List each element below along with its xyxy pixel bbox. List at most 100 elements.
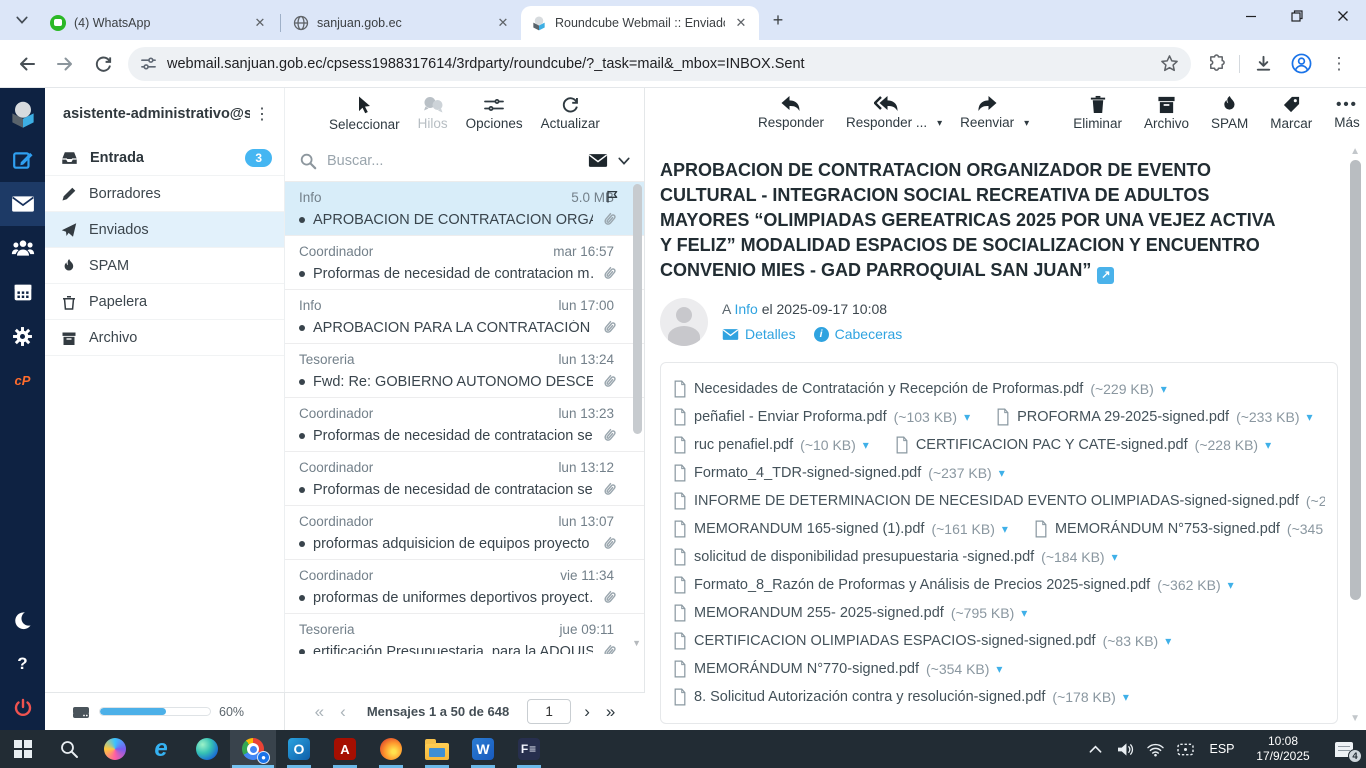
clock[interactable]: 10:08 17/9/2025	[1244, 734, 1322, 764]
attachment-name[interactable]: CERTIFICACION OLIMPIADAS ESPACIOS-signed…	[694, 633, 1096, 649]
attachment-menu-caret-icon[interactable]: ▾	[1161, 382, 1167, 396]
word-icon[interactable]: W	[460, 730, 506, 768]
forward-dropdown-icon[interactable]: ▾	[1024, 118, 1029, 129]
tab-sanjuan[interactable]: sanjuan.gob.ec ✕	[283, 6, 521, 40]
browser-menu-icon[interactable]: ⋮	[1322, 47, 1356, 81]
message-list-item[interactable]: Coordinador lun 13:23 Proformas de neces…	[285, 398, 644, 452]
list-scroll-down-arrow[interactable]: ▼	[632, 638, 641, 648]
attachment-name[interactable]: MEMORÁNDUM N°753-signed.pdf	[1055, 521, 1280, 537]
folder-inbox[interactable]: Entrada 3	[45, 140, 284, 176]
mail-nav-button[interactable]	[0, 182, 45, 226]
reading-scroll-up-arrow[interactable]: ▲	[1350, 146, 1360, 157]
attachment-name[interactable]: solicitud de disponibilidad presupuestar…	[694, 549, 1034, 565]
url-text[interactable]: webmail.sanjuan.gob.ec/cpsess1988317614/…	[167, 56, 1160, 72]
edge-icon[interactable]	[184, 730, 230, 768]
site-settings-icon[interactable]	[140, 55, 157, 72]
attachment-item[interactable]: PROFORMA 29-2025-signed.pdf (~233 KB) ▾	[996, 408, 1312, 426]
attachment-name[interactable]: peñafiel - Enviar Proforma.pdf	[694, 409, 887, 425]
last-page-button[interactable]: »	[603, 703, 618, 720]
settings-nav-button[interactable]	[0, 314, 45, 358]
details-link[interactable]: Detalles	[722, 326, 796, 342]
file-explorer-icon[interactable]	[414, 730, 460, 768]
new-tab-button[interactable]: +	[765, 7, 791, 33]
volume-icon[interactable]	[1110, 730, 1140, 768]
open-in-new-window-icon[interactable]: ↗	[1097, 267, 1114, 284]
attachment-menu-caret-icon[interactable]: ▾	[964, 410, 970, 424]
profile-icon[interactable]	[1284, 47, 1318, 81]
attachment-menu-caret-icon[interactable]: ▾	[996, 662, 1002, 676]
attachment-name[interactable]: CERTIFICACION PAC Y CATE-signed.pdf	[916, 437, 1188, 453]
forward-button[interactable]: Reenviar	[956, 93, 1018, 132]
bookmark-star-icon[interactable]	[1160, 54, 1179, 73]
extensions-icon[interactable]	[1199, 47, 1233, 81]
close-button[interactable]	[1320, 0, 1366, 32]
delete-button[interactable]: Eliminar	[1069, 93, 1126, 133]
attachment-name[interactable]: MEMORÁNDUM N°770-signed.pdf	[694, 661, 919, 677]
downloads-icon[interactable]	[1246, 47, 1280, 81]
attachment-menu-caret-icon[interactable]: ▾	[1307, 410, 1313, 424]
attachment-item[interactable]: MEMORANDUM 165-signed (1).pdf (~161 KB) …	[673, 520, 1008, 538]
tab-whatsapp[interactable]: (4) WhatsApp ✕	[40, 6, 278, 40]
tab-close-icon[interactable]: ✕	[495, 15, 511, 31]
attachment-name[interactable]: Formato_8_Razón de Proformas y Análisis …	[694, 577, 1150, 593]
tab-roundcube-active[interactable]: Roundcube Webmail :: Enviados ✕	[521, 6, 759, 40]
reply-all-dropdown-icon[interactable]: ▾	[937, 118, 942, 129]
cpanel-icon[interactable]: cP	[0, 358, 45, 402]
attachment-menu-caret-icon[interactable]: ▾	[1228, 578, 1234, 592]
message-list-item[interactable]: Info lun 17:00 APROBACION PARA LA CONTRA…	[285, 290, 644, 344]
attachment-name[interactable]: INFORME DE DETERMINACION DE NECESIDAD EV…	[694, 493, 1299, 509]
folder-trash[interactable]: Papelera	[45, 284, 284, 320]
start-button[interactable]	[0, 730, 46, 768]
account-menu-icon[interactable]: ⋮	[250, 104, 274, 124]
attachment-item[interactable]: peñafiel - Enviar Proforma.pdf (~103 KB)…	[673, 408, 970, 426]
message-list-item[interactable]: Coordinador lun 13:07 proformas adquisic…	[285, 506, 644, 560]
internet-explorer-icon[interactable]: e	[138, 730, 184, 768]
message-list-item[interactable]: Coordinador vie 11:34 proformas de unifo…	[285, 560, 644, 614]
recipient-link[interactable]: Info	[734, 301, 757, 317]
dark-mode-icon[interactable]	[0, 598, 45, 642]
attachment-item[interactable]: ruc penafiel.pdf (~10 KB) ▾	[673, 436, 869, 454]
folder-drafts[interactable]: Borradores	[45, 176, 284, 212]
search-scope-envelope-icon[interactable]	[588, 153, 608, 168]
attachment-name[interactable]: ruc penafiel.pdf	[694, 437, 793, 453]
f-app-icon[interactable]: F≡	[506, 730, 552, 768]
message-list-item[interactable]: Coordinador mar 16:57 Proformas de neces…	[285, 236, 644, 290]
reply-all-button[interactable]: Responder ...	[842, 93, 931, 132]
notifications-icon[interactable]: 4	[1322, 730, 1366, 768]
options-button[interactable]: Opciones	[462, 93, 527, 133]
keyboard-language[interactable]: ESP	[1200, 742, 1244, 756]
headers-link[interactable]: i Cabeceras	[814, 326, 903, 342]
logout-power-icon[interactable]	[0, 686, 45, 730]
taskbar-search-icon[interactable]	[46, 730, 92, 768]
restore-button[interactable]	[1274, 0, 1320, 32]
tab-search-button[interactable]	[8, 6, 36, 34]
attachment-name[interactable]: 8. Solicitud Autorización contra y resol…	[694, 689, 1045, 705]
attachment-menu-caret-icon[interactable]: ▾	[1021, 606, 1027, 620]
chrome-icon[interactable]: ●	[230, 730, 276, 768]
message-list-item[interactable]: Info 5.0 MB APROBACION DE CONTRATACION O…	[285, 182, 644, 236]
attachment-menu-caret-icon[interactable]: ▾	[1123, 690, 1129, 704]
message-list-item[interactable]: Tesoreria jue 09:11 ertificación Presupu…	[285, 614, 644, 654]
attachment-item[interactable]: MEMORANDUM 255- 2025-signed.pdf (~795 KB…	[673, 604, 1027, 622]
calendar-nav-button[interactable]	[0, 270, 45, 314]
back-button[interactable]	[10, 47, 44, 81]
wifi-icon[interactable]	[1140, 730, 1170, 768]
attachment-item[interactable]: Necesidades de Contratación y Recepción …	[673, 380, 1167, 398]
attachment-menu-caret-icon[interactable]: ▾	[1112, 550, 1118, 564]
address-bar[interactable]: webmail.sanjuan.gob.ec/cpsess1988317614/…	[128, 47, 1191, 81]
search-options-chevron-icon[interactable]	[618, 157, 630, 165]
attachment-item[interactable]: MEMORÁNDUM N°770-signed.pdf (~354 KB) ▾	[673, 660, 1002, 678]
refresh-button[interactable]: Actualizar	[537, 93, 604, 133]
help-icon[interactable]: ?	[0, 642, 45, 686]
reading-scroll-down-arrow[interactable]: ▼	[1350, 713, 1360, 724]
list-scrollbar-thumb[interactable]	[633, 184, 642, 434]
attachment-menu-caret-icon[interactable]: ▾	[1002, 522, 1008, 536]
acrobat-icon[interactable]: A	[322, 730, 368, 768]
archive-button[interactable]: Archivo	[1140, 93, 1193, 133]
attachment-name[interactable]: MEMORANDUM 165-signed (1).pdf	[694, 521, 924, 537]
tray-chevron-up-icon[interactable]	[1080, 730, 1110, 768]
mark-button[interactable]: Marcar	[1266, 93, 1316, 133]
select-button[interactable]: Seleccionar	[325, 93, 404, 134]
attachment-item[interactable]: Formato_8_Razón de Proformas y Análisis …	[673, 576, 1234, 594]
spam-button[interactable]: SPAM	[1207, 93, 1252, 133]
